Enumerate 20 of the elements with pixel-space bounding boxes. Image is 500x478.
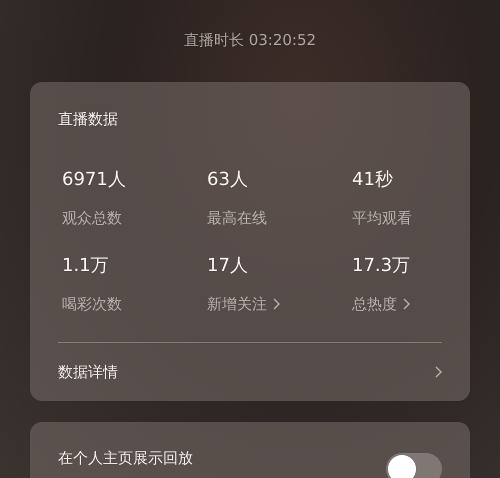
card-title: 直播数据 (58, 109, 119, 130)
stat-label[interactable]: 新增关注 (207, 294, 267, 314)
chevron-right-icon (435, 366, 442, 378)
chevron-right-icon (403, 298, 410, 310)
stat-label: 观众总数 (62, 208, 122, 228)
stat-label[interactable]: 总热度 (352, 294, 397, 314)
stat-label: 喝彩次数 (62, 294, 122, 314)
stat-value: 6971人 (62, 168, 127, 192)
stat-value: 17人 (207, 254, 249, 278)
stat-label: 最高在线 (207, 208, 267, 228)
toggle-switch[interactable] (386, 453, 442, 478)
chevron-right-icon (273, 298, 280, 310)
stat-label: 平均观看 (352, 208, 412, 228)
stat-value: 63人 (207, 168, 249, 192)
stat-value: 1.1万 (62, 254, 110, 278)
stat-value: 17.3万 (352, 254, 412, 278)
live-duration: 直播时长 03:20:52 (184, 30, 316, 50)
setting-label: 在个人主页展示回放 (58, 449, 193, 468)
stat-value: 41秒 (352, 168, 394, 192)
data-details-link[interactable]: 数据详情 (58, 362, 118, 382)
